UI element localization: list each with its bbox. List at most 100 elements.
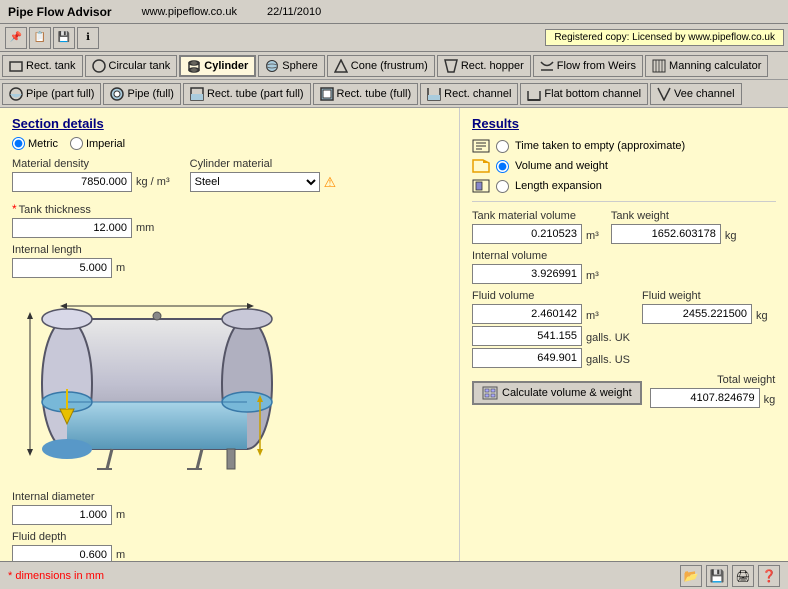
cylinder-material-select[interactable]: Steel Aluminium Copper Plastic bbox=[190, 172, 320, 192]
results-title: Results bbox=[472, 116, 776, 131]
statusbar: * dimensions in mm 📂 💾 🖨 ❓ bbox=[0, 561, 788, 589]
right-panel: Results Time taken to empty (approximate… bbox=[460, 108, 788, 589]
time-icon bbox=[472, 139, 490, 153]
fluid-weight-unit: kg bbox=[756, 310, 768, 322]
calculate-volume-weight-button[interactable]: Calculate volume & weight bbox=[472, 381, 642, 405]
toolbar-btn-pin[interactable]: 📌 bbox=[5, 27, 27, 49]
fluid-weight-field: Fluid weight kg bbox=[642, 290, 768, 324]
status-icons: 📂 💾 🖨 ❓ bbox=[680, 565, 780, 587]
app-title: Pipe Flow Advisor bbox=[8, 5, 112, 19]
metric-radio-label[interactable]: Metric bbox=[12, 137, 58, 150]
internal-volume-unit: m³ bbox=[586, 270, 599, 282]
nav-pipe-part[interactable]: Pipe (part full) bbox=[2, 83, 101, 105]
internal-diameter-unit: m bbox=[116, 509, 125, 521]
cylinder-material-label: Cylinder material bbox=[190, 158, 337, 170]
internal-length-unit: m bbox=[116, 262, 125, 274]
cylinder-svg bbox=[12, 284, 302, 484]
pipe-part-icon bbox=[9, 87, 23, 101]
nav-flat-channel[interactable]: Flat bottom channel bbox=[520, 83, 648, 105]
volume-radio-label[interactable]: Volume and weight bbox=[515, 160, 608, 172]
imperial-radio-label[interactable]: Imperial bbox=[70, 137, 125, 150]
flat-channel-icon bbox=[527, 87, 541, 101]
nav-vee-channel[interactable]: Vee channel bbox=[650, 83, 742, 105]
fluid-volume-input-2[interactable] bbox=[472, 326, 582, 346]
nav-pipe-full[interactable]: Pipe (full) bbox=[103, 83, 180, 105]
fluid-weight-label: Fluid weight bbox=[642, 290, 768, 302]
material-density-input[interactable] bbox=[12, 172, 132, 192]
tank-thickness-input-row: mm bbox=[12, 218, 447, 238]
unit-radio-group: Metric Imperial bbox=[12, 137, 447, 150]
nav-rect-hopper[interactable]: Rect. hopper bbox=[437, 55, 531, 77]
nav-cone[interactable]: Cone (frustrum) bbox=[327, 55, 435, 77]
tank-material-volume-unit: m³ bbox=[586, 230, 599, 242]
warning-icon: ⚠ bbox=[324, 174, 337, 191]
fluid-volume-input-3[interactable] bbox=[472, 348, 582, 368]
result-option-length: Length expansion bbox=[472, 179, 776, 193]
internal-diameter-label: Internal diameter bbox=[12, 491, 302, 503]
metric-radio[interactable] bbox=[12, 137, 25, 150]
material-density-field: Material density kg / m³ bbox=[12, 158, 170, 192]
nav-manning[interactable]: Manning calculator bbox=[645, 55, 768, 77]
vee-channel-icon bbox=[657, 87, 671, 101]
fluid-volume-input-1[interactable] bbox=[472, 304, 582, 324]
fluid-volume-unit-3: galls. US bbox=[586, 354, 630, 366]
fluid-weight-input[interactable] bbox=[642, 304, 752, 324]
internal-diameter-input[interactable] bbox=[12, 505, 112, 525]
nav-flow-weirs[interactable]: Flow from Weirs bbox=[533, 55, 643, 77]
tank-weight-input[interactable] bbox=[611, 224, 721, 244]
tank-thickness-label: *Tank thickness bbox=[12, 202, 447, 216]
tank-weight-unit: kg bbox=[725, 230, 737, 242]
tank-thickness-input[interactable] bbox=[12, 218, 132, 238]
nav-sphere[interactable]: Sphere bbox=[258, 55, 324, 77]
left-panel: Section details Metric Imperial Material… bbox=[0, 108, 460, 589]
sphere-icon bbox=[265, 59, 279, 73]
length-radio[interactable] bbox=[496, 180, 509, 193]
time-radio[interactable] bbox=[496, 140, 509, 153]
imperial-radio[interactable] bbox=[70, 137, 83, 150]
fluid-volume-label: Fluid volume bbox=[472, 290, 630, 302]
fluid-volume-unit-1: m³ bbox=[586, 310, 599, 322]
tank-material-volume-label: Tank material volume bbox=[472, 210, 599, 222]
toolbar-btn-save[interactable]: 💾 bbox=[53, 27, 75, 49]
manning-icon bbox=[652, 59, 666, 73]
nav-row-1: Rect. tank Circular tank Cylinder Sphere… bbox=[0, 52, 788, 80]
toolbar-btn-info[interactable]: ℹ bbox=[77, 27, 99, 49]
cylinder-material-field: Cylinder material Steel Aluminium Copper… bbox=[190, 158, 337, 192]
status-icon-4[interactable]: ❓ bbox=[758, 565, 780, 587]
status-icon-1[interactable]: 📂 bbox=[680, 565, 702, 587]
total-weight-input[interactable] bbox=[650, 388, 760, 408]
weir-icon bbox=[540, 59, 554, 73]
fluid-depth-field: Fluid depth m bbox=[12, 531, 302, 565]
length-radio-label[interactable]: Length expansion bbox=[515, 180, 602, 192]
cylinder-diagram bbox=[12, 284, 302, 487]
reg-info: Registered copy: Licensed by www.pipeflo… bbox=[545, 29, 784, 46]
total-weight-field: Total weight kg bbox=[650, 374, 776, 408]
fluid-volume-unit-2: galls. UK bbox=[586, 332, 630, 344]
nav-circular-tank[interactable]: Circular tank bbox=[85, 55, 178, 77]
time-radio-label[interactable]: Time taken to empty (approximate) bbox=[515, 140, 685, 152]
tank-material-volume-input[interactable] bbox=[472, 224, 582, 244]
material-density-label: Material density bbox=[12, 158, 170, 170]
length-icon bbox=[472, 179, 490, 193]
cylinder-icon bbox=[187, 59, 201, 73]
nav-rect-tank[interactable]: Rect. tank bbox=[2, 55, 83, 77]
volume-radio[interactable] bbox=[496, 160, 509, 173]
diagram-section: Internal length m bbox=[12, 244, 447, 571]
internal-volume-row: Internal volume m³ bbox=[472, 250, 776, 284]
rect-tube-full-icon bbox=[320, 87, 334, 101]
internal-volume-input[interactable] bbox=[472, 264, 582, 284]
material-density-unit: kg / m³ bbox=[136, 176, 170, 188]
nav-rect-tube-part[interactable]: Rect. tube (part full) bbox=[183, 83, 311, 105]
dimensions-note: * dimensions in mm bbox=[8, 570, 104, 582]
status-icon-2[interactable]: 💾 bbox=[706, 565, 728, 587]
internal-length-input[interactable] bbox=[12, 258, 112, 278]
calc-button-label: Calculate volume & weight bbox=[502, 387, 632, 399]
nav-rect-channel[interactable]: Rect. channel bbox=[420, 83, 518, 105]
nav-cylinder[interactable]: Cylinder bbox=[179, 55, 256, 77]
internal-volume-field: Internal volume m³ bbox=[472, 250, 599, 284]
divider-1 bbox=[472, 201, 776, 202]
status-icon-3[interactable]: 🖨 bbox=[732, 565, 754, 587]
nav-rect-tube-full[interactable]: Rect. tube (full) bbox=[313, 83, 419, 105]
tank-thickness-unit: mm bbox=[136, 222, 154, 234]
toolbar-btn-copy[interactable]: 📋 bbox=[29, 27, 51, 49]
